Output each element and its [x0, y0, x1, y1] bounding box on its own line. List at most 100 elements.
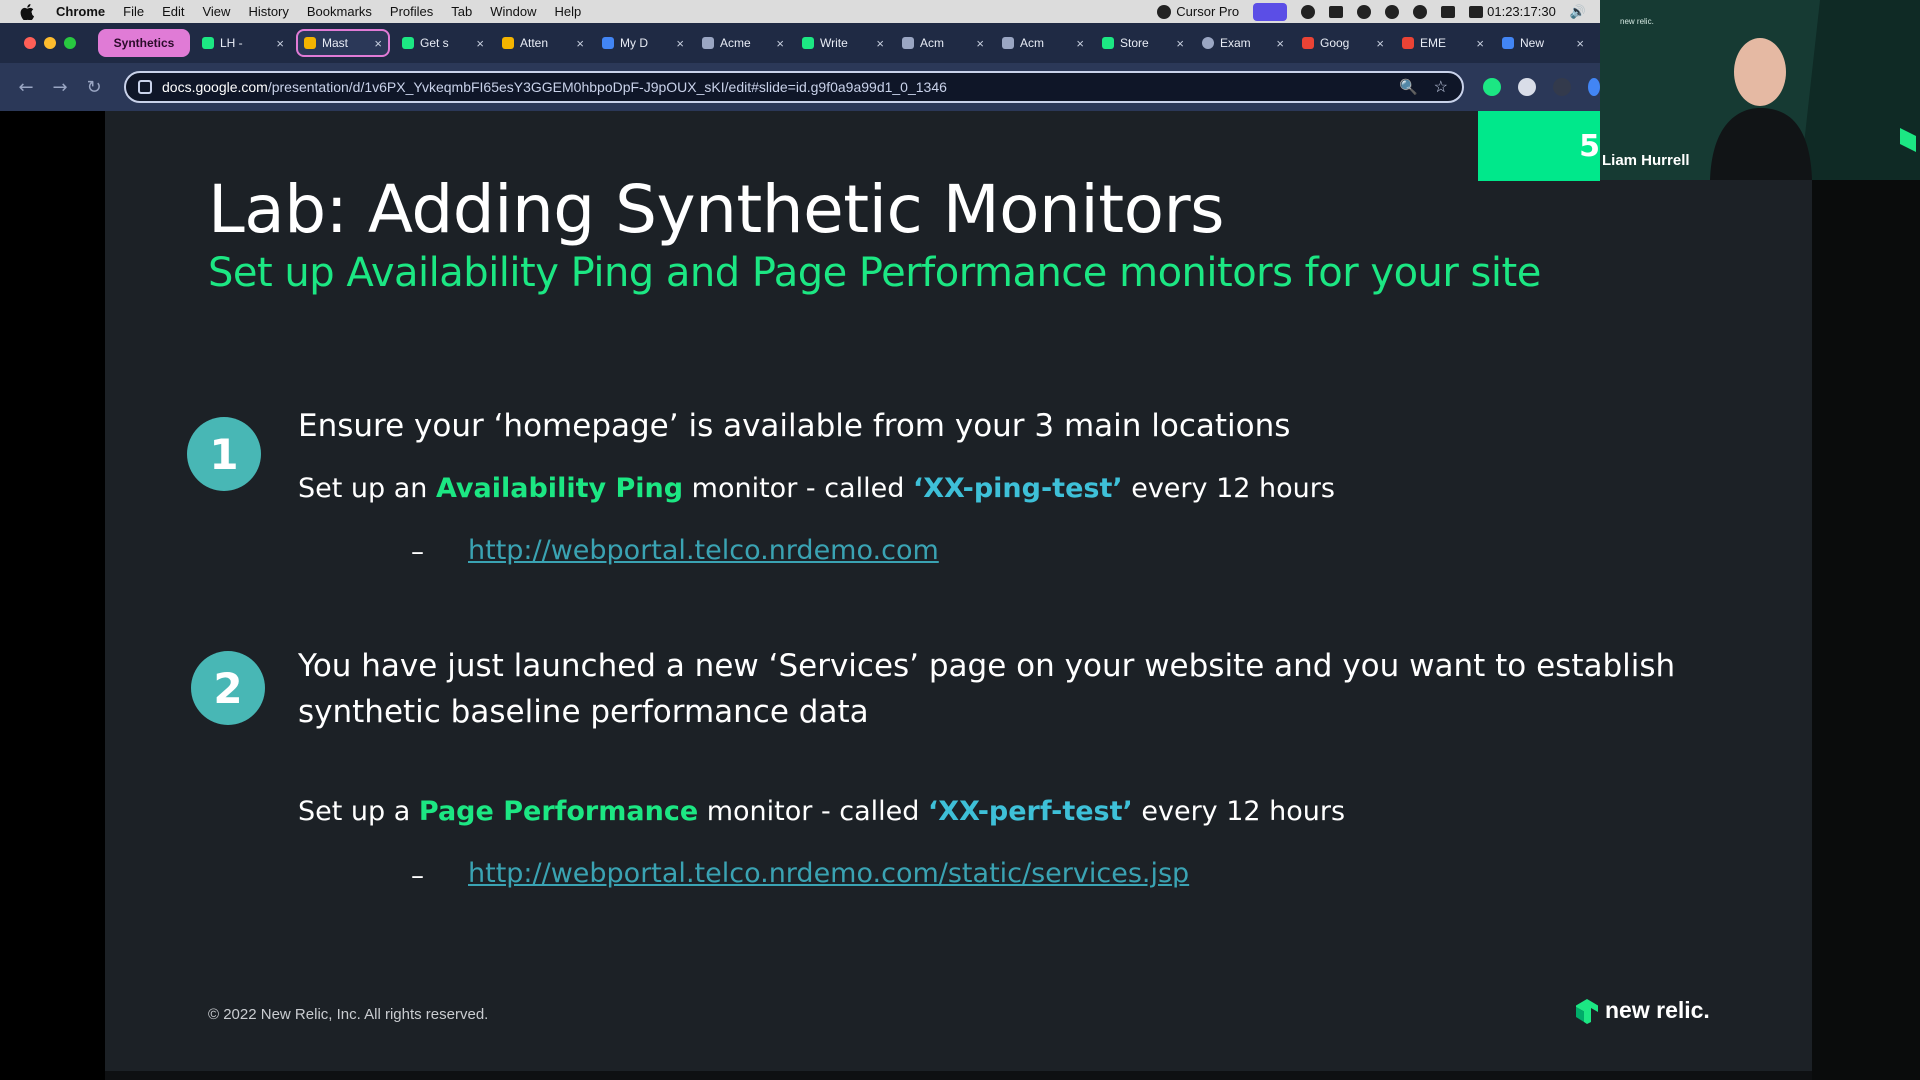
gmail-icon	[1402, 37, 1414, 49]
cursor-pro-status[interactable]: Cursor Pro	[1157, 4, 1239, 19]
close-tab-icon[interactable]: ×	[1176, 36, 1184, 51]
apple-menu-icon[interactable]	[20, 3, 38, 20]
status-item-4[interactable]	[1385, 4, 1400, 19]
new-relic-logo-text: new relic.	[1605, 997, 1710, 1023]
bullet-dash: –	[411, 537, 424, 567]
drive-icon	[602, 37, 614, 49]
extension-icon[interactable]	[1483, 78, 1501, 96]
tab-title: LH -	[220, 36, 243, 50]
browser-tab-active[interactable]: Mast ×	[296, 29, 390, 57]
homepage-url-link[interactable]: http://webportal.telco.nrdemo.com	[468, 535, 939, 566]
back-arrow-icon[interactable]: ←	[18, 77, 34, 98]
tab-title: Write	[820, 36, 848, 50]
presentation-margin-left	[0, 111, 105, 1080]
status-item-6[interactable]	[1441, 5, 1456, 18]
newrelic-icon	[202, 37, 214, 49]
close-tab-icon[interactable]: ×	[676, 36, 684, 51]
reload-icon[interactable]: ↻	[86, 77, 102, 98]
browser-tab[interactable]: New ×	[1496, 29, 1590, 57]
close-tab-icon[interactable]: ×	[1476, 36, 1484, 51]
tab-title: EME	[1420, 36, 1447, 50]
battery-status[interactable]: 01:23:17:30	[1469, 4, 1556, 19]
browser-tab[interactable]: Exam ×	[1196, 29, 1290, 57]
instr-text: monitor - called	[683, 473, 913, 504]
close-tab-icon[interactable]: ×	[1076, 36, 1084, 51]
browser-tab[interactable]: Goog ×	[1296, 29, 1390, 57]
status-item-2[interactable]	[1329, 5, 1344, 18]
extension-icon[interactable]	[1518, 78, 1536, 96]
menu-help[interactable]: Help	[555, 4, 582, 19]
close-tab-icon[interactable]: ×	[1276, 36, 1284, 51]
browser-tab[interactable]: LH - ×	[196, 29, 290, 57]
instr-text: every 12 hours	[1122, 473, 1335, 504]
browser-tab[interactable]: Acm ×	[996, 29, 1090, 57]
menu-window[interactable]: Window	[490, 4, 536, 19]
menu-file[interactable]: File	[123, 4, 144, 19]
screen-share-icon	[1253, 2, 1288, 21]
menu-profiles[interactable]: Profiles	[390, 4, 433, 19]
presentation-margin-right	[1812, 111, 1920, 1080]
slide-corner-badge: 5	[1478, 111, 1600, 181]
browser-tab[interactable]: Acme ×	[696, 29, 790, 57]
monitor-type: Page Performance	[418, 796, 699, 827]
extension-icon[interactable]	[1588, 78, 1600, 96]
screen-share-status[interactable]	[1253, 2, 1288, 21]
close-tab-icon[interactable]: ×	[576, 36, 584, 51]
tab-group-synthetics[interactable]: Synthetics	[98, 29, 190, 57]
menu-view[interactable]: View	[202, 4, 230, 19]
close-tab-icon[interactable]: ×	[976, 36, 984, 51]
status-item-3[interactable]	[1357, 4, 1372, 19]
slide: Lab: Adding Synthetic Monitors Set up Av…	[105, 111, 1812, 1071]
menu-edit[interactable]: Edit	[162, 4, 184, 19]
play-icon	[1413, 4, 1428, 19]
status-item-1[interactable]	[1301, 4, 1316, 19]
browser-tab[interactable]: Acm ×	[896, 29, 990, 57]
monitor-name: ‘XX-ping-test’	[912, 473, 1123, 504]
tab-group-label: Synthetics	[113, 36, 175, 50]
menu-history[interactable]: History	[248, 4, 288, 19]
browser-tab[interactable]: Store ×	[1096, 29, 1190, 57]
drive-icon	[1441, 5, 1456, 18]
macos-menu-bar: Chrome File Edit View History Bookmarks …	[0, 0, 1600, 23]
browser-tab[interactable]: Atten ×	[496, 29, 590, 57]
browser-tab[interactable]: My D ×	[596, 29, 690, 57]
site-info-icon[interactable]	[138, 80, 152, 94]
tab-title: Exam	[1220, 36, 1251, 50]
step-2-heading-line-2: synthetic baseline performance data	[298, 694, 869, 730]
maximize-window-button[interactable]	[64, 37, 76, 49]
close-window-button[interactable]	[24, 37, 36, 49]
close-tab-icon[interactable]: ×	[876, 36, 884, 51]
menu-app-name[interactable]: Chrome	[56, 4, 105, 19]
checkmark-icon	[1385, 4, 1400, 19]
close-tab-icon[interactable]: ×	[776, 36, 784, 51]
browser-tab[interactable]: EME ×	[1396, 29, 1490, 57]
tab-title: New	[1520, 36, 1545, 50]
browser-tab[interactable]: Get s ×	[396, 29, 490, 57]
slide-subtitle: Set up Availability Ping and Page Perfor…	[208, 250, 1541, 296]
instr-text: Set up a	[298, 796, 419, 827]
tab-title: Get s	[420, 36, 449, 50]
bookmark-star-icon[interactable]: ☆	[1434, 77, 1448, 97]
close-tab-icon[interactable]: ×	[1376, 36, 1384, 51]
browser-tab[interactable]: Write ×	[796, 29, 890, 57]
status-item-5[interactable]	[1413, 4, 1428, 19]
close-tab-icon[interactable]: ×	[1576, 36, 1584, 51]
copyright-text: © 2022 New Relic, Inc. All rights reserv…	[208, 1006, 489, 1023]
volume-status[interactable]: 🔊	[1570, 4, 1586, 20]
address-bar[interactable]: docs.google.com/presentation/d/1v6PX_Yvk…	[124, 71, 1464, 103]
close-tab-icon[interactable]: ×	[276, 36, 284, 51]
menu-tab[interactable]: Tab	[451, 4, 472, 19]
minimize-window-button[interactable]	[44, 37, 56, 49]
zoom-icon[interactable]: 🔍	[1399, 78, 1418, 96]
services-url-link[interactable]: http://webportal.telco.nrdemo.com/static…	[468, 858, 1189, 889]
close-tab-icon[interactable]: ×	[374, 36, 382, 51]
extension-icon[interactable]	[1553, 78, 1571, 96]
close-tab-icon[interactable]: ×	[476, 36, 484, 51]
participant-name-tag: Liam Hurrell	[1602, 152, 1690, 169]
menu-bookmarks[interactable]: Bookmarks	[307, 4, 372, 19]
url-path: /presentation/d/1v6PX_YvkeqmbFI65esY3GGE…	[267, 79, 947, 95]
battery-time-label: 01:23:17:30	[1487, 4, 1556, 19]
forward-arrow-icon[interactable]: →	[52, 77, 68, 98]
step-2-instruction: Set up a Page Performance monitor - call…	[298, 796, 1345, 827]
url-host: docs.google.com	[162, 79, 268, 95]
